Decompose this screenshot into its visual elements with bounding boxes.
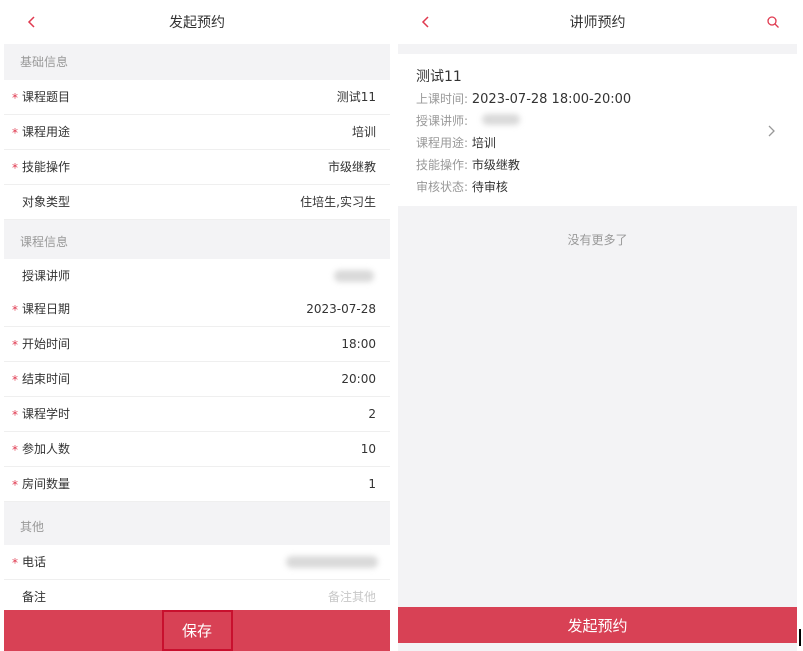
course-purpose-value: 培训 (351, 125, 376, 139)
page-title: 讲师预约 (569, 15, 626, 31)
skill-line: 技能操作: 市级继教 (416, 156, 520, 173)
skill-operation-value: 市级继教 (327, 160, 376, 174)
participants-row[interactable]: * 参加人数 10 (4, 432, 390, 467)
start-time-row[interactable]: * 开始时间 18:00 (4, 327, 390, 362)
search-icon[interactable] (761, 0, 785, 44)
booking-form-screen: 发起预约 基础信息 * 课程题目 测试11 * 课程用途 培训 * 技能操作 市… (4, 0, 390, 651)
required-mark: * (12, 161, 18, 175)
end-time-row[interactable]: * 结束时间 20:00 (4, 362, 390, 397)
course-hours-value: 2 (368, 407, 376, 421)
save-button[interactable]: 保存 (161, 610, 233, 651)
required-mark: * (12, 408, 18, 422)
course-date-value: 2023-07-28 (306, 302, 376, 316)
remark-input[interactable]: 备注其他 (328, 580, 376, 614)
status-line: 审核状态: 待审核 (416, 178, 508, 195)
required-mark: * (12, 126, 18, 140)
target-type-row[interactable]: 对象类型 住培生,实习生 (4, 185, 390, 220)
required-mark: * (12, 303, 18, 317)
end-time-value: 20:00 (341, 372, 376, 386)
section-header-basic: 基础信息 (20, 55, 69, 69)
required-mark: * (12, 373, 18, 387)
required-mark: * (12, 443, 18, 457)
skill-operation-label: 技能操作 (22, 160, 71, 174)
booking-card[interactable]: 测试11 上课时间: 2023-07-28 18:00-20:00 授课讲师: … (398, 54, 797, 206)
skill-label: 技能操作: (416, 158, 469, 172)
navbar: 发起预约 (4, 0, 390, 44)
phone-value-blurred (286, 556, 378, 568)
room-count-row[interactable]: * 房间数量 1 (4, 467, 390, 502)
chevron-left-icon[interactable] (20, 0, 44, 44)
participants-value: 10 (360, 442, 376, 456)
navbar: 讲师预约 (398, 0, 797, 44)
booking-card-title: 测试11 (416, 69, 462, 85)
course-hours-row[interactable]: * 课程学时 2 (4, 397, 390, 432)
chevron-left-icon[interactable] (414, 0, 438, 44)
start-time-value: 18:00 (341, 337, 376, 351)
course-topic-row[interactable]: * 课程题目 测试11 (4, 80, 390, 115)
start-time-label: 开始时间 (22, 337, 71, 351)
purpose-label: 课程用途: (416, 136, 469, 150)
lecturer-label: 授课讲师: (416, 114, 469, 128)
course-date-label: 课程日期 (22, 302, 71, 316)
phone-row[interactable]: * 电话 (4, 545, 390, 580)
required-mark: * (12, 556, 18, 570)
room-count-label: 房间数量 (22, 477, 71, 491)
section-header-other: 其他 (20, 520, 45, 534)
course-topic-label: 课程题目 (22, 90, 71, 104)
save-bar: 保存 (4, 610, 390, 651)
section-header-course: 课程信息 (20, 235, 69, 249)
remark-label: 备注 (22, 590, 47, 604)
participants-label: 参加人数 (22, 442, 71, 456)
lecturer-booking-screen: 讲师预约 测试11 上课时间: 2023-07-28 18:00-20:00 授… (398, 0, 797, 651)
purpose-line: 课程用途: 培训 (416, 134, 496, 151)
skill-operation-row[interactable]: * 技能操作 市级继教 (4, 150, 390, 185)
lecturer-label: 授课讲师 (22, 269, 71, 283)
target-type-value: 住培生,实习生 (300, 195, 376, 209)
no-more-text: 没有更多了 (567, 233, 628, 247)
lecturer-line: 授课讲师: (416, 112, 520, 129)
room-count-value: 1 (368, 477, 376, 491)
course-topic-value: 测试11 (336, 90, 376, 104)
lecturer-value-blurred (334, 270, 374, 282)
phone-label: 电话 (22, 555, 47, 569)
edge-mark (799, 629, 801, 646)
required-mark: * (12, 91, 18, 105)
course-hours-label: 课程学时 (22, 407, 71, 421)
course-purpose-label: 课程用途 (22, 125, 71, 139)
submit-booking-button[interactable]: 发起预约 (398, 607, 797, 643)
course-purpose-row[interactable]: * 课程用途 培训 (4, 115, 390, 150)
target-type-label: 对象类型 (22, 195, 71, 209)
skill-value: 市级继教 (471, 158, 520, 172)
status-value: 待审核 (471, 180, 508, 194)
required-mark: * (12, 478, 18, 492)
lecturer-value-blurred (482, 114, 520, 125)
page-title: 发起预约 (169, 15, 225, 31)
end-time-label: 结束时间 (22, 372, 71, 386)
course-date-row[interactable]: * 课程日期 2023-07-28 (4, 292, 390, 327)
class-time-value: 2023-07-28 18:00-20:00 (471, 92, 632, 107)
class-time-line: 上课时间: 2023-07-28 18:00-20:00 (416, 90, 631, 107)
class-time-label: 上课时间: (416, 92, 469, 106)
chevron-right-icon (767, 122, 775, 141)
required-mark: * (12, 338, 18, 352)
status-label: 审核状态: (416, 180, 469, 194)
purpose-value: 培训 (471, 136, 496, 150)
lecturer-row[interactable]: 授课讲师 (4, 259, 390, 294)
